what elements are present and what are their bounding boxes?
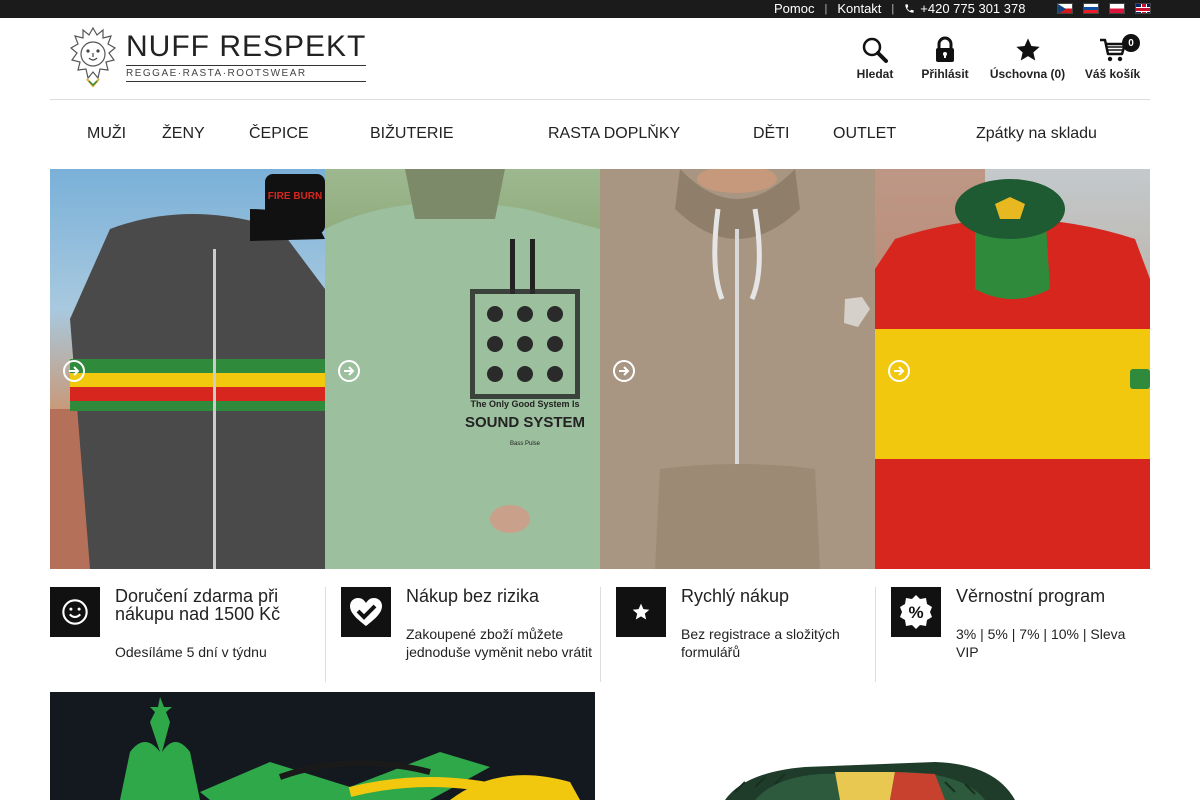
hero-tile-rasta-tricolor-hoodie[interactable] [875,169,1150,569]
hero-gallery: FIRE BURN The Only Good System Is SOUND … [50,169,1150,569]
benefit-title: Věrnostní program [956,586,1106,606]
nav-item-back-in-stock[interactable]: Zpátky na skladu [976,125,1097,143]
arrow-right-circle-icon[interactable] [612,359,636,383]
benefit-desc: Bez registrace a složitých formulářů [681,626,840,660]
benefit-title: Rychlý nákup [681,586,790,606]
smiley-icon [50,587,100,637]
check-heart-icon [341,587,391,637]
benefit-free-delivery: Doručení zdarma při nákupu nad 1500 Kč O… [50,587,325,682]
hoodie-image: The Only Good System Is SOUND SYSTEM Bas… [325,169,600,569]
top-bar: Pomoc | Kontakt | +420 775 301 378 [0,0,1200,18]
hero-tile-sound-system-hoodie[interactable]: The Only Good System Is SOUND SYSTEM Bas… [325,169,600,569]
nav-item-muzi[interactable]: MUŽI [87,125,126,143]
nav-item-outlet[interactable]: OUTLET [833,125,896,143]
benefits-bar: Doručení zdarma při nákupu nad 1500 Kč O… [50,587,1150,682]
percent-icon: % [891,587,941,637]
site-header: NUFF RESPEKT REGGAE·RASTA·ROOTSWEAR Hled… [50,18,1150,100]
phone-icon [905,4,914,13]
nav-item-bizuterie[interactable]: BIŽUTERIE [370,125,454,143]
hoodie-image [600,169,875,569]
cart-count-badge: 0 [1122,34,1140,52]
lion-logo-icon [69,26,117,88]
search-label: Hledat [856,67,894,81]
language-flags [1057,3,1151,14]
nav-item-zeny[interactable]: ŽENY [162,125,205,143]
brand-name: NUFF RESPEKT [126,30,367,63]
arrow-right-circle-icon[interactable] [337,359,361,383]
svg-text:%: % [908,603,923,622]
cap-text: FIRE BURN [268,191,322,202]
benefit-desc: Zakoupené zboží můžete jednoduše vyměnit… [406,626,592,660]
help-link[interactable]: Pomoc [774,1,814,16]
star-icon [616,587,666,637]
promo-image [725,762,1015,800]
promo-tile-tshirt[interactable] [50,692,595,800]
hero-tile-grey-rasta-hoodie[interactable]: FIRE BURN [50,169,325,569]
flag-sk-icon[interactable] [1083,3,1099,14]
wishlist-button[interactable]: Úschovna (0) [980,36,1075,81]
contact-link[interactable]: Kontakt [837,1,881,16]
divider: | [891,2,895,15]
nav-item-rasta-doplnky[interactable]: RASTA DOPLŇKY [548,125,680,143]
brand-tagline: REGGAE·RASTA·ROOTSWEAR [126,65,367,82]
main-nav: MUŽI ŽENY ČEPICE BIŽUTERIE RASTA DOPLŇKY… [50,100,1150,168]
flag-gb-icon[interactable] [1135,3,1151,14]
logo[interactable]: NUFF RESPEKT REGGAE·RASTA·ROOTSWEAR [68,26,367,88]
hero-tile-beige-hoodie[interactable] [600,169,875,569]
hoodie-image: FIRE BURN [50,174,325,569]
nav-item-deti[interactable]: DĚTI [753,125,789,143]
flag-cz-icon[interactable] [1057,3,1073,14]
header-actions: Hledat Přihlásit Úschovna (0) 0 Váš koší… [840,34,1150,81]
benefit-title: Doručení zdarma při nákupu nad 1500 Kč [115,586,281,624]
benefit-desc: Odesíláme 5 dní v týdnu [115,644,267,660]
search-button[interactable]: Hledat [840,36,910,81]
phone-number: +420 775 301 378 [920,1,1026,16]
nav-item-cepice[interactable]: ČEPICE [249,125,309,143]
arrow-right-circle-icon[interactable] [62,359,86,383]
arrow-right-circle-icon[interactable] [887,359,911,383]
flag-pl-icon[interactable] [1109,3,1125,14]
promo-tile-knit-hat[interactable] [605,692,1150,800]
cart-label: Váš košík [1084,67,1141,81]
divider: | [824,2,828,15]
login-button[interactable]: Přihlásit [910,36,980,81]
cart-button[interactable]: 0 Váš košík [1075,34,1150,81]
lock-icon [936,36,954,62]
shirt-big-text: SOUND SYSTEM [465,414,585,431]
shirt-text: The Only Good System Is [470,399,579,409]
benefit-risk-free: Nákup bez rizika Zakoupené zboží můžete … [325,587,600,682]
wishlist-label: Úschovna (0) [989,67,1066,81]
benefit-title: Nákup bez rizika [406,586,540,606]
benefit-loyalty: % Věrnostní program 3% | 5% | 7% | 10% |… [875,587,1150,682]
promo-image [120,697,580,800]
shirt-small-text: Bass Pulse [510,441,541,447]
star-icon [1015,38,1040,61]
benefit-desc: 3% | 5% | 7% | 10% | Sleva VIP [956,626,1126,660]
login-label: Přihlásit [921,67,969,81]
benefit-fast-purchase: Rychlý nákup Bez registrace a složitých … [600,587,875,682]
search-icon [862,37,888,63]
phone-link[interactable]: +420 775 301 378 [904,1,1025,16]
top-links: Pomoc | Kontakt | +420 775 301 378 [774,1,1025,16]
hoodie-image [875,169,1150,569]
